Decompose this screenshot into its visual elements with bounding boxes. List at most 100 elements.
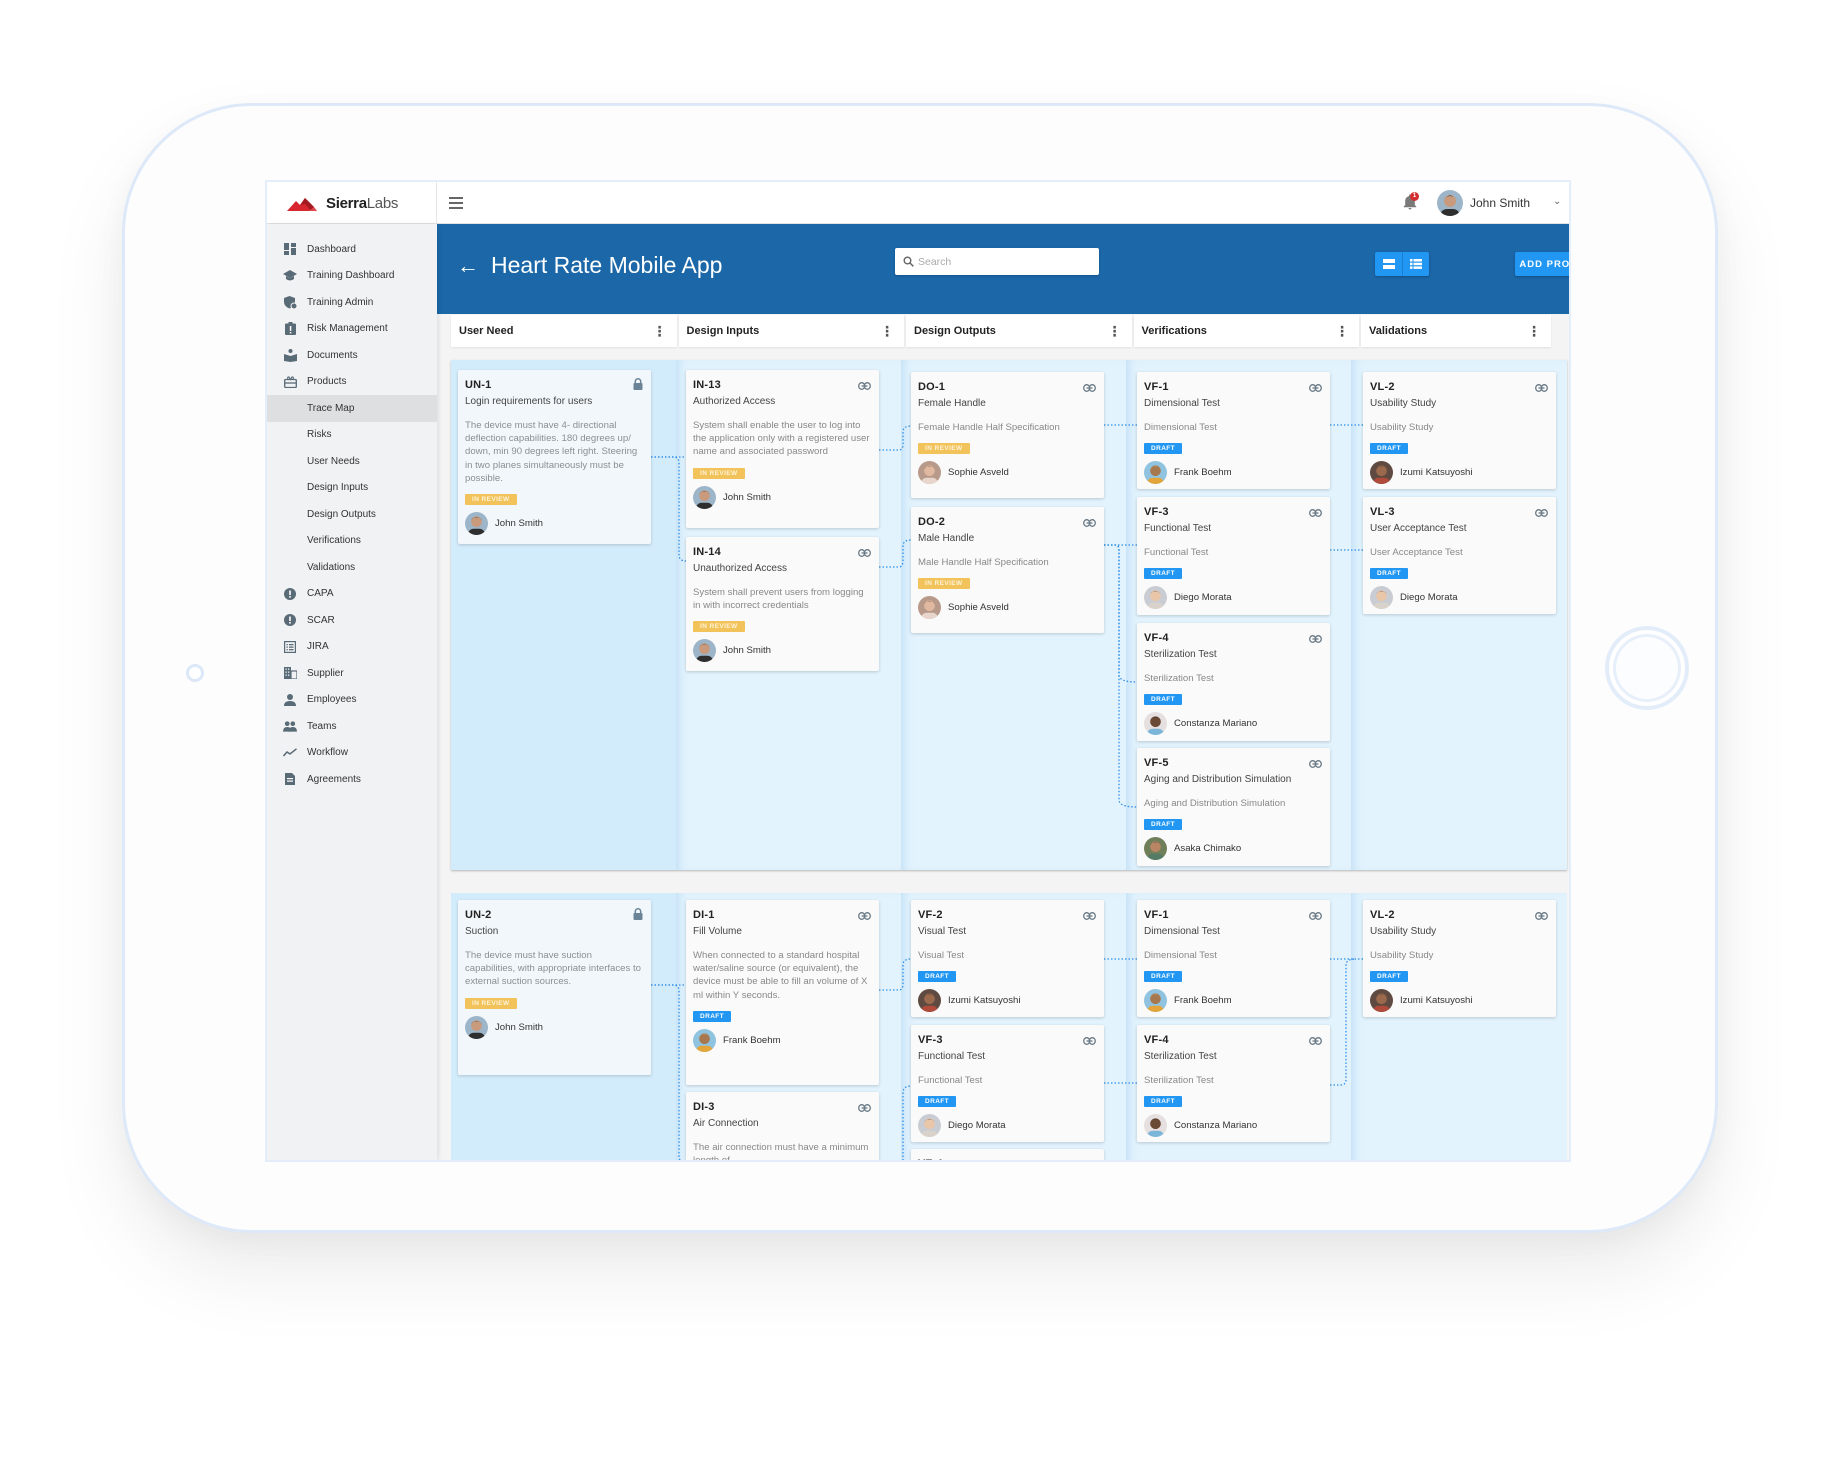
sidebar-item-agreements[interactable]: Agreements	[267, 766, 437, 793]
sidebar-item-label: CAPA	[307, 588, 334, 600]
notifications-button[interactable]: 1	[1403, 192, 1419, 212]
chevron-down-icon[interactable]: ⌄	[1553, 196, 1561, 207]
card-title: Usability Study	[1370, 926, 1437, 937]
sidebar-item-workflow[interactable]: Workflow	[267, 740, 437, 767]
trace-card[interactable]: VF-1 Dimensional Test Dimensional Test DRAF…	[1137, 372, 1330, 489]
card-owner: Diego Morata	[1370, 586, 1549, 610]
sidebar-item-products[interactable]: Products	[267, 369, 437, 396]
card-description: Sterilization Test	[1144, 673, 1214, 684]
link-icon[interactable]	[1083, 1156, 1096, 1160]
sidebar-item-employees[interactable]: Employees	[267, 687, 437, 714]
sidebar-item-risks[interactable]: Risks	[267, 422, 437, 449]
owner-name: Constanza Mariano	[1174, 718, 1258, 730]
more-options-icon[interactable]: ⋮	[653, 324, 667, 338]
link-icon[interactable]	[858, 377, 871, 395]
owner-name: Izumi Katsuyoshi	[948, 995, 1021, 1007]
more-options-icon[interactable]: ⋮	[1527, 324, 1541, 338]
document-icon	[283, 772, 297, 786]
sidebar-item-risk-management[interactable]: Risk Management	[267, 316, 437, 343]
sidebar-item-verifications[interactable]: Verifications	[267, 528, 437, 555]
sidebar-item-jira[interactable]: JIRA	[267, 634, 437, 661]
sidebar-item-teams[interactable]: Teams	[267, 713, 437, 740]
card-description: The device must have suction capabilitie…	[465, 950, 641, 988]
link-icon[interactable]	[1535, 504, 1548, 522]
back-arrow-icon[interactable]: ←	[457, 254, 479, 278]
link-icon[interactable]	[1535, 907, 1548, 925]
trace-card[interactable]: DI-3 Air Connection The air connection mus…	[686, 1092, 879, 1160]
link-icon[interactable]	[858, 544, 871, 562]
link-icon[interactable]	[1535, 379, 1548, 397]
sidebar-item-validations[interactable]: Validations	[267, 554, 437, 581]
link-icon[interactable]	[1083, 514, 1096, 532]
user-avatar	[1437, 190, 1463, 216]
trace-card[interactable]: IN-13 Authorized Access System shall enabl…	[686, 370, 879, 528]
sidebar-item-design-inputs[interactable]: Design Inputs	[267, 475, 437, 502]
card-view-button[interactable]	[1375, 252, 1402, 276]
status-badge: DRAFT	[693, 1010, 732, 1022]
sidebar-item-dashboard[interactable]: Dashboard	[267, 236, 437, 263]
sidebar-item-trace-map[interactable]: Trace Map	[267, 395, 437, 422]
avatar	[1144, 1114, 1167, 1138]
trace-card[interactable]: VL-2 Usability Study Usability Study DRAFT I…	[1363, 372, 1556, 489]
link-icon[interactable]	[1309, 379, 1322, 397]
status-badge: DRAFT	[1144, 443, 1183, 455]
trace-card[interactable]: VF-2 Visual Test Visual Test DRAFT Izumi Kat…	[911, 900, 1104, 1017]
list-view-icon	[1410, 259, 1422, 269]
card-description: Male Handle Half Specification	[918, 557, 1049, 568]
sidebar-item-supplier[interactable]: Supplier	[267, 660, 437, 687]
sidebar-item-label: Workflow	[307, 747, 348, 759]
more-options-icon[interactable]: ⋮	[1335, 324, 1349, 338]
owner-name: Frank Boehm	[1174, 995, 1232, 1007]
link-icon[interactable]	[1309, 907, 1322, 925]
list-view-button[interactable]	[1402, 252, 1429, 276]
hamburger-menu-icon[interactable]	[449, 197, 463, 209]
trace-card[interactable]: UN-2 Suction The device must have suction …	[458, 900, 651, 1075]
trace-card[interactable]: DI-1 Fill Volume When connected to a stand…	[686, 900, 879, 1085]
link-icon[interactable]	[1309, 755, 1322, 773]
status-badge: DRAFT	[1144, 568, 1183, 580]
sierralabs-logo[interactable]: SierraLabs	[287, 192, 398, 214]
trace-card[interactable]: VF-3 Functional Test Functional Test DRAFT D…	[911, 1025, 1104, 1142]
link-icon[interactable]	[858, 907, 871, 925]
status-badge: IN REVIEW	[918, 578, 970, 590]
trace-card[interactable]: VF-4 Sterilization Test Sterilization Test…	[1137, 1025, 1330, 1142]
card-owner: John Smith	[465, 512, 644, 536]
trace-card[interactable]: DO-2 Male Handle Male Handle Half Specific…	[911, 507, 1104, 633]
sidebar: Dashboard Training Dashboard Training Admi…	[267, 224, 437, 1160]
sidebar-item-label: Risk Management	[307, 323, 388, 335]
link-icon[interactable]	[1309, 630, 1322, 648]
search-input[interactable]	[918, 255, 1088, 268]
more-options-icon[interactable]: ⋮	[1108, 324, 1122, 338]
sidebar-item-documents[interactable]: Documents	[267, 342, 437, 369]
trace-card[interactable]: DO-1 Female Handle Female Handle Half Spec…	[911, 372, 1104, 498]
link-icon[interactable]	[1083, 907, 1096, 925]
link-icon[interactable]	[1309, 504, 1322, 522]
link-icon[interactable]	[1309, 1032, 1322, 1050]
search-field[interactable]	[895, 248, 1099, 275]
trace-card[interactable]: IN-14 Unauthorized Access System shall pre…	[686, 537, 879, 671]
card-id: VF-5	[1144, 757, 1169, 769]
sidebar-item-design-outputs[interactable]: Design Outputs	[267, 501, 437, 528]
user-menu[interactable]: John Smith	[1437, 190, 1530, 216]
trace-card[interactable]: VF-4 Sterilization Test Sterilization Test…	[1137, 623, 1330, 741]
link-icon[interactable]	[1083, 379, 1096, 397]
more-options-icon[interactable]: ⋮	[880, 324, 894, 338]
trace-card[interactable]: VF-4	[911, 1149, 1104, 1160]
trace-card[interactable]: VF-3 Functional Test Functional Test DRAFT D…	[1137, 497, 1330, 615]
sidebar-item-training-dashboard[interactable]: Training Dashboard	[267, 263, 437, 290]
link-icon[interactable]	[1083, 1032, 1096, 1050]
trace-card[interactable]: VL-2 Usability Study Usability Study DRAFT I…	[1363, 900, 1556, 1017]
trace-card[interactable]: VF-5 Aging and Distribution Simulation Agi…	[1137, 748, 1330, 866]
trace-card[interactable]: VL-3 User Acceptance Test User Acceptance …	[1363, 497, 1556, 614]
add-product-button[interactable]: ADD PRODUCT	[1515, 252, 1569, 276]
owner-name: Izumi Katsuyoshi	[1400, 467, 1473, 479]
sidebar-item-capa[interactable]: CAPA	[267, 581, 437, 608]
sidebar-item-training-admin[interactable]: Training Admin	[267, 289, 437, 316]
link-icon[interactable]	[858, 1099, 871, 1117]
sidebar-item-label: Teams	[307, 720, 337, 732]
sidebar-item-scar[interactable]: SCAR	[267, 607, 437, 634]
trace-card[interactable]: UN-1 Login requirements for users The devi…	[458, 370, 651, 544]
trace-card[interactable]: VF-1 Dimensional Test Dimensional Test DRAF…	[1137, 900, 1330, 1017]
sidebar-item-user-needs[interactable]: User Needs	[267, 448, 437, 475]
sidebar-item-label: Validations	[307, 561, 356, 573]
